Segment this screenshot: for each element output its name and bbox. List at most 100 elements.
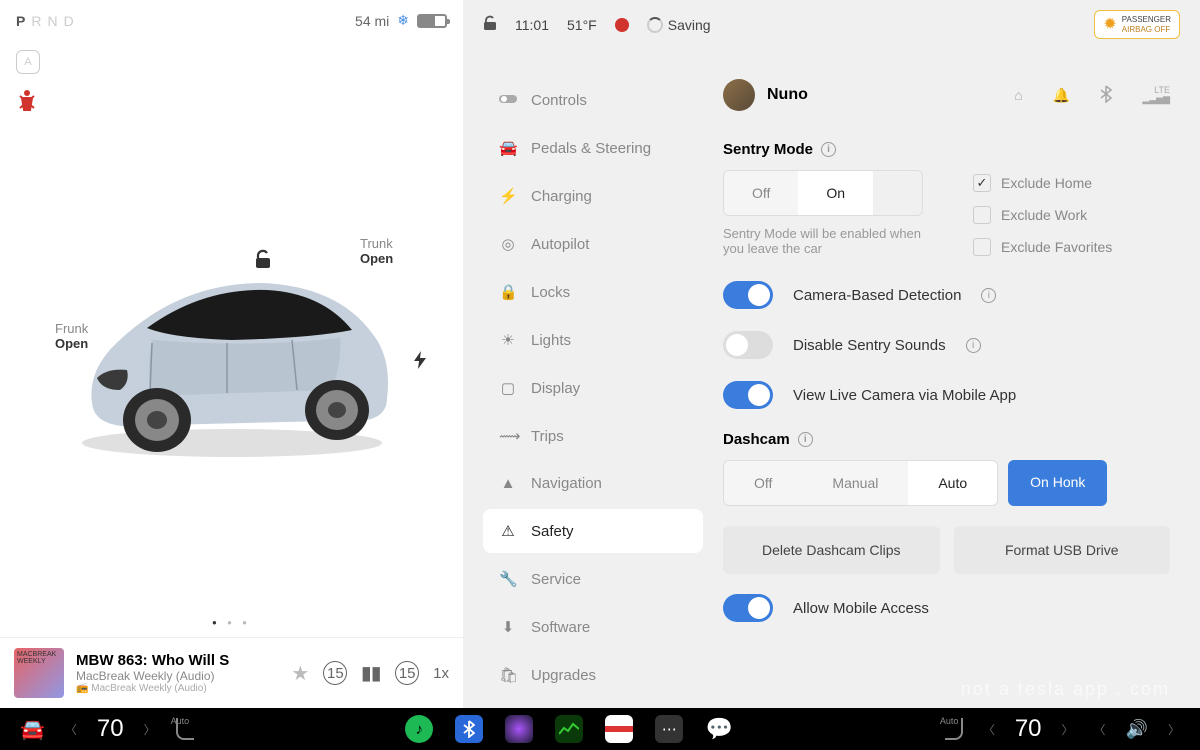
- bag-icon: 🛍: [499, 666, 517, 684]
- bluetooth-app-icon[interactable]: [455, 715, 483, 743]
- recording-icon: [615, 18, 629, 32]
- media-subtitle: MacBreak Weekly (Audio): [76, 669, 279, 683]
- messages-icon[interactable]: 💬: [705, 715, 733, 743]
- nav-controls[interactable]: Controls: [483, 79, 703, 122]
- driver-temp[interactable]: 70: [97, 715, 124, 743]
- sentry-toggle: Off On: [723, 170, 923, 216]
- page-dots[interactable]: ● ● ●: [0, 618, 463, 627]
- lock-icon: 🔒: [499, 283, 517, 301]
- dashcam-manual-button[interactable]: Manual: [802, 461, 908, 505]
- nav-trips[interactable]: ⟿Trips: [483, 414, 703, 458]
- signal-icon: LTE▂▃▅▆: [1142, 86, 1170, 104]
- media-source: 📻 MacBreak Weekly (Audio): [76, 683, 279, 694]
- top-status-bar: 11:01 51°F Saving ✹ PASSENGERAIRBAG OFF: [463, 0, 1200, 49]
- energy-app-icon[interactable]: [555, 715, 583, 743]
- battery-icon: [417, 14, 447, 28]
- playback-speed-button[interactable]: 1x: [433, 665, 449, 682]
- snowflake-icon: ❄: [397, 12, 409, 29]
- media-player: MACBREAK WEEKLY MBW 863: Who Will S MacB…: [0, 637, 463, 708]
- steering-icon: ◎: [499, 235, 517, 253]
- toggle-icon: [499, 92, 517, 109]
- airbag-icon: ✹: [1103, 15, 1116, 34]
- car-render: [52, 248, 412, 468]
- dashcam-off-button[interactable]: Off: [724, 461, 802, 505]
- exclude-favorites-checkbox[interactable]: Exclude Favorites: [973, 238, 1112, 256]
- exclude-home-checkbox[interactable]: Exclude Home: [973, 174, 1112, 192]
- info-icon[interactable]: i: [798, 432, 813, 447]
- nav-arrow-icon: ▲: [499, 475, 517, 492]
- volume-icon[interactable]: 🔊: [1126, 719, 1148, 740]
- nav-charging[interactable]: ⚡Charging: [483, 174, 703, 218]
- save-status: Saving: [668, 17, 711, 33]
- exclude-work-checkbox[interactable]: Exclude Work: [973, 206, 1112, 224]
- download-icon: ⬇: [499, 618, 517, 636]
- gear-indicator: PRND: [16, 13, 80, 29]
- nav-pedals[interactable]: 🚘Pedals & Steering: [483, 126, 703, 170]
- camera-detection-toggle[interactable]: [723, 281, 773, 309]
- sentry-mode-label: Sentry Mode i: [723, 141, 1170, 158]
- live-camera-toggle[interactable]: [723, 381, 773, 409]
- skip-back-button[interactable]: 15: [323, 661, 347, 685]
- delete-clips-button[interactable]: Delete Dashcam Clips: [723, 526, 940, 574]
- skip-forward-button[interactable]: 15: [395, 661, 419, 685]
- settings-nav: Controls 🚘Pedals & Steering ⚡Charging ◎A…: [483, 79, 703, 708]
- nav-display[interactable]: ▢Display: [483, 366, 703, 410]
- temp-up-right[interactable]: 〉: [1062, 721, 1074, 738]
- nav-service[interactable]: 🔧Service: [483, 557, 703, 601]
- display-icon: ▢: [499, 379, 517, 397]
- info-icon[interactable]: i: [966, 338, 981, 353]
- sentry-off-button[interactable]: Off: [724, 171, 798, 215]
- sentry-help-text: Sentry Mode will be enabled when you lea…: [723, 226, 923, 256]
- car-icon[interactable]: 🚘: [20, 717, 45, 742]
- album-art[interactable]: MACBREAK WEEKLY: [14, 648, 64, 698]
- bottom-dock: 🚘 〈 70 〉 Auto ♪ ⋯ 💬 Auto 〈 70 〉 〈 🔊 〉: [0, 708, 1200, 750]
- info-icon[interactable]: i: [821, 142, 836, 157]
- nav-upgrades[interactable]: 🛍Upgrades: [483, 653, 703, 697]
- dashcam-app-icon[interactable]: [505, 715, 533, 743]
- dashcam-label: Dashcam i: [723, 431, 1170, 448]
- nav-lights[interactable]: ☀Lights: [483, 318, 703, 362]
- bolt-icon: ⚡: [499, 187, 517, 205]
- outside-temp: 51°F: [567, 17, 597, 33]
- favorite-button[interactable]: ★: [291, 661, 309, 686]
- vol-up[interactable]: 〉: [1168, 721, 1180, 738]
- calendar-icon[interactable]: [605, 715, 633, 743]
- range-display: 54 mi: [355, 13, 389, 29]
- mobile-access-toggle[interactable]: [723, 594, 773, 622]
- bluetooth-icon[interactable]: [1100, 85, 1112, 106]
- route-icon: ⟿: [499, 427, 517, 445]
- temp-down-right[interactable]: 〈: [983, 721, 995, 738]
- temp-down-left[interactable]: 〈: [65, 721, 77, 738]
- car-unlock-icon[interactable]: [483, 15, 497, 34]
- nav-autopilot[interactable]: ◎Autopilot: [483, 222, 703, 266]
- garage-icon[interactable]: ⌂: [1014, 87, 1022, 103]
- clock: 11:01: [515, 17, 549, 33]
- charge-bolt-icon: [414, 351, 426, 374]
- more-apps-icon[interactable]: ⋯: [655, 715, 683, 743]
- airbag-badge: ✹ PASSENGERAIRBAG OFF: [1094, 10, 1180, 39]
- loading-spinner-icon: [647, 17, 663, 33]
- nav-navigation[interactable]: ▲Navigation: [483, 462, 703, 505]
- wrench-icon: 🔧: [499, 570, 517, 588]
- car-status-panel: PRND 54 mi ❄ A Frunk Open Trunk Open: [0, 0, 463, 708]
- temp-up-left[interactable]: 〉: [144, 721, 156, 738]
- bell-icon[interactable]: 🔔: [1053, 87, 1070, 104]
- sun-icon: ☀: [499, 331, 517, 349]
- disable-sounds-toggle[interactable]: [723, 331, 773, 359]
- nav-software[interactable]: ⬇Software: [483, 605, 703, 649]
- format-usb-button[interactable]: Format USB Drive: [954, 526, 1171, 574]
- nav-locks[interactable]: 🔒Locks: [483, 270, 703, 314]
- profile-name[interactable]: Nuno: [767, 86, 808, 104]
- spotify-icon[interactable]: ♪: [405, 715, 433, 743]
- sentry-on-button[interactable]: On: [798, 171, 873, 215]
- info-icon[interactable]: i: [981, 288, 996, 303]
- passenger-seat-heat[interactable]: [945, 718, 963, 740]
- car-icon: 🚘: [499, 139, 517, 157]
- dashcam-on-honk-button[interactable]: On Honk: [1008, 460, 1107, 506]
- dashcam-auto-button[interactable]: Auto: [908, 461, 997, 505]
- pause-button[interactable]: ▮▮: [361, 663, 381, 684]
- nav-safety[interactable]: ⚠Safety: [483, 509, 703, 553]
- passenger-temp[interactable]: 70: [1015, 715, 1042, 743]
- vol-down[interactable]: 〈: [1094, 721, 1106, 738]
- avatar[interactable]: [723, 79, 755, 111]
